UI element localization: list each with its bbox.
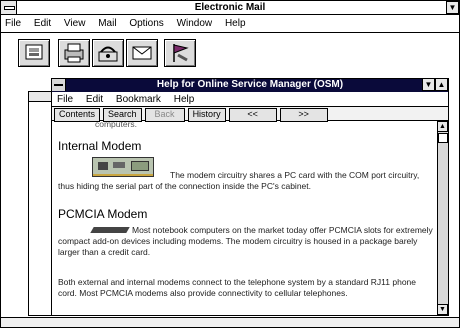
read-mail-button[interactable] — [126, 39, 158, 67]
history-button[interactable]: History — [187, 108, 226, 122]
contents-button[interactable]: Contents — [54, 108, 101, 122]
minimize-icon[interactable]: ▼ — [446, 1, 459, 14]
help-maximize-icon[interactable]: ▲ — [435, 78, 448, 91]
help-title: Help for Online Service Manager (OSM) — [156, 79, 344, 90]
menu-divider — [1, 32, 459, 33]
window-title: Electronic Mail — [194, 2, 266, 13]
main-menu-bar: File Edit View Mail Options Window Help — [5, 17, 455, 30]
menu-edit[interactable]: Edit — [34, 18, 51, 29]
help-scrollbar[interactable]: ▲ ▼ — [437, 121, 448, 315]
help-title-bar[interactable]: Help for Online Service Manager (OSM) ▼ … — [52, 78, 448, 92]
browse-forward-button[interactable]: >> — [279, 108, 328, 122]
flag-button[interactable] — [164, 39, 196, 67]
main-title-bar[interactable]: Electronic Mail ▼ — [1, 1, 459, 15]
phone-button[interactable] — [92, 39, 124, 67]
help-minimize-icon[interactable]: ▼ — [422, 78, 435, 91]
help-menu-bar: File Edit Bookmark Help — [57, 93, 437, 106]
menu-view[interactable]: View — [64, 18, 86, 29]
help-window: Help for Online Service Manager (OSM) ▼ … — [51, 78, 449, 316]
menu-help[interactable]: Help — [225, 18, 246, 29]
scroll-down-icon[interactable]: ▼ — [437, 304, 448, 315]
internal-modem-heading: Internal Modem — [58, 139, 142, 153]
internal-modem-body: The modem circuitry shares a PC card wit… — [58, 170, 420, 191]
menu-options[interactable]: Options — [129, 18, 163, 29]
bottom-status-bar — [1, 317, 459, 327]
back-button[interactable]: Back — [144, 108, 185, 122]
pcmcia-modem-body: Most notebook computers on the market to… — [58, 225, 433, 257]
printer-icon — [64, 43, 84, 63]
scroll-up-icon[interactable]: ▲ — [437, 121, 448, 132]
help-menu-help[interactable]: Help — [174, 94, 195, 105]
phone-icon — [98, 46, 118, 62]
background-window-title — [29, 92, 53, 102]
system-menu-icon[interactable] — [1, 1, 17, 14]
read-mail-icon — [132, 46, 152, 60]
menu-mail[interactable]: Mail — [98, 18, 116, 29]
menu-window[interactable]: Window — [177, 18, 213, 29]
footer-paragraph: Both external and internal modems connec… — [58, 277, 417, 298]
scroll-thumb[interactable] — [438, 133, 448, 143]
help-menu-bookmark[interactable]: Bookmark — [116, 94, 161, 105]
mailbox-icon — [25, 44, 43, 60]
help-system-menu-icon[interactable] — [52, 79, 66, 91]
print-button[interactable] — [58, 39, 90, 67]
help-content: computers. Internal Modem The modem circ… — [58, 119, 434, 315]
pcmcia-modem-heading: PCMCIA Modem — [58, 207, 148, 221]
mailbox-button[interactable] — [18, 39, 50, 67]
partial-text-line: computers. — [95, 119, 138, 129]
help-menu-file[interactable]: File — [57, 94, 73, 105]
menu-file[interactable]: File — [5, 18, 21, 29]
help-menu-edit[interactable]: Edit — [86, 94, 103, 105]
browse-back-button[interactable]: << — [228, 108, 277, 122]
flag-icon — [173, 44, 189, 62]
